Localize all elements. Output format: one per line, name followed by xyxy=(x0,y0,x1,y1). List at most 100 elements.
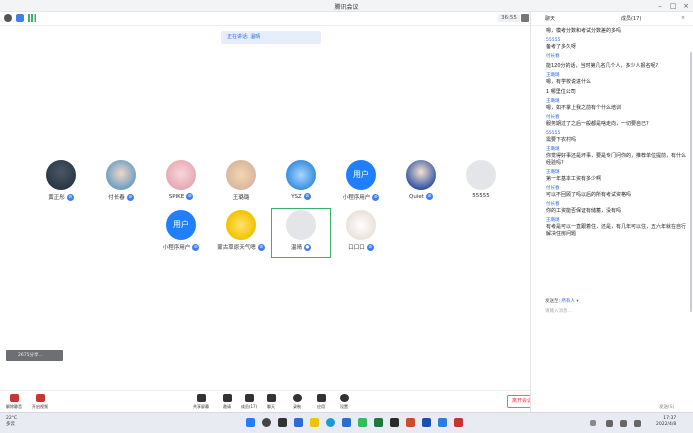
participant-tile[interactable]: 王璐璐 xyxy=(211,160,271,201)
participant-tile[interactable]: 口口口 ⊘ xyxy=(331,210,391,251)
invite-icon xyxy=(222,394,232,402)
chat-message: 付长春 你的工资能否保证有储蓄，没有吗 xyxy=(546,202,622,214)
word-icon[interactable] xyxy=(422,418,431,427)
chat-panel: 聊天 成员(17) × 嗯，模考分数和考试分数差的多吗 55555 备考了多久呀 … xyxy=(530,12,693,412)
clock[interactable]: 17:37 2022/4/8 xyxy=(656,416,676,428)
avatar xyxy=(106,160,136,190)
shield-icon[interactable] xyxy=(16,14,24,22)
send-to-select[interactable]: 所有人 xyxy=(561,299,575,304)
participant-tile[interactable]: 蒙古草原天气嗯 ⊘ xyxy=(211,210,271,251)
wechat-icon[interactable] xyxy=(358,418,367,427)
widgets-icon[interactable] xyxy=(294,418,303,427)
chat-messages: 嗯，模考分数和考试分数差的多吗 55555 备考了多久呀 付长春 能120分的话，… xyxy=(546,28,686,241)
avatar xyxy=(286,210,316,240)
avatar: 用户 xyxy=(346,160,376,190)
chat-scrollbar[interactable] xyxy=(690,52,692,312)
volume-icon[interactable] xyxy=(620,420,627,427)
mic-muted-icon: ⊘ xyxy=(425,193,433,200)
battery-icon[interactable] xyxy=(634,420,641,427)
chat-header: 聊天 成员(17) × xyxy=(531,12,693,26)
avatar xyxy=(286,160,316,190)
participant-tile[interactable]: SPIKE ⊘ xyxy=(151,160,211,200)
edge-icon[interactable] xyxy=(326,418,335,427)
avatar xyxy=(406,160,436,190)
layout-icon[interactable] xyxy=(521,14,529,22)
meeting-timer: 36:55 xyxy=(498,14,520,22)
mic-muted-icon: ⊘ xyxy=(257,243,265,251)
window-title: 腾讯会议 xyxy=(334,4,359,11)
participant-tile[interactable]: 黄正彤 ⊘ xyxy=(31,160,91,201)
tab-members[interactable]: 成员(17) xyxy=(621,15,641,22)
avatar xyxy=(166,160,196,190)
file-explorer-icon[interactable] xyxy=(310,418,319,427)
mic-muted-icon: ⊘ xyxy=(66,193,74,201)
participant-name: 口口口 xyxy=(348,245,365,251)
taskview-icon[interactable] xyxy=(278,418,287,427)
participant-name: 小程序用户 xyxy=(342,195,371,201)
app-icon[interactable] xyxy=(454,418,463,427)
screen-share-icon xyxy=(196,394,206,402)
avatar xyxy=(466,160,496,190)
maximize-icon[interactable]: □ xyxy=(668,1,678,11)
taskbar: 22°C 多云 17:37 2022/4/8 xyxy=(0,412,693,433)
participant-tile[interactable]: YSZ ⊘ xyxy=(271,160,331,200)
avatar xyxy=(346,210,376,240)
camera-icon xyxy=(35,394,45,402)
chat-message: 嗯，模考分数和考试分数差的多吗 xyxy=(546,28,622,34)
mic-muted-icon: ⊘ xyxy=(372,193,380,201)
gear-icon xyxy=(339,394,349,402)
search-icon[interactable] xyxy=(262,418,271,427)
participant-tile[interactable]: 用户 小程序用户 ⊘ xyxy=(331,160,391,201)
participant-tile[interactable]: 付长春 ⊘ xyxy=(91,160,151,201)
app-window: 腾讯会议 – □ × 36:55 正在讲话: 温晴 黄正彤 ⊘ 付长春 ⊘ SPIK… xyxy=(0,0,693,433)
speaking-indicator: 正在讲话: 温晴 xyxy=(221,31,321,44)
wifi-icon[interactable] xyxy=(606,420,613,427)
participant-name: 付长春 xyxy=(108,195,125,201)
participant-tile[interactable]: 用户 小程序用户 ⊘ xyxy=(151,210,211,251)
mic-muted-icon: ⊘ xyxy=(303,193,311,200)
settings-button[interactable]: 设置 xyxy=(330,394,358,410)
title-bar: 腾讯会议 – □ × xyxy=(0,0,693,12)
weather-widget[interactable]: 22°C 多云 xyxy=(6,416,17,428)
close-icon[interactable]: × xyxy=(681,15,685,21)
start-video-button[interactable]: 开启视频 xyxy=(26,394,54,410)
chat-message: 王璐璐 嗯，如不掌上我之前有个什么培训 xyxy=(546,99,622,111)
chat-message: 王璐璐 嗯，有学校说进什么 xyxy=(546,73,592,85)
terminal-icon[interactable] xyxy=(390,418,399,427)
minimize-icon[interactable]: – xyxy=(655,1,665,11)
avatar xyxy=(226,210,256,240)
participant-name: 王璐璐 xyxy=(232,195,250,201)
meeting-app-icon[interactable] xyxy=(438,418,447,427)
members-icon xyxy=(244,394,254,402)
tab-chat[interactable]: 聊天 xyxy=(545,15,555,22)
send-to-row: 发送至: 所有人 ▾ xyxy=(545,299,579,304)
unmute-button[interactable]: 解除静音 xyxy=(0,394,28,410)
chevron-up-icon[interactable] xyxy=(590,420,596,426)
start-icon[interactable] xyxy=(246,418,255,427)
excel-icon[interactable] xyxy=(374,418,383,427)
close-icon[interactable]: × xyxy=(681,1,691,11)
mic-icon xyxy=(9,394,19,402)
avatar: 用户 xyxy=(166,210,196,240)
chat-message: 付长春 xyxy=(546,54,560,59)
shared-thumbnail[interactable]: 2675分享... xyxy=(6,350,63,361)
chat-input[interactable]: 请输入消息... xyxy=(545,308,572,314)
share-screen-button[interactable]: 共享屏幕 xyxy=(187,394,215,410)
record-icon xyxy=(292,394,302,402)
store-icon[interactable] xyxy=(342,418,351,427)
participant-name: YSZ xyxy=(291,193,302,200)
participant-name: 温晴 xyxy=(290,245,302,251)
chat-message: 付长春 可以不回顾了吗以后的所有考试资格吗 xyxy=(546,186,632,198)
participant-tile[interactable]: Quiet ⊘ xyxy=(391,160,451,200)
avatar xyxy=(226,160,256,190)
chevron-down-icon[interactable]: ▾ xyxy=(575,299,578,304)
avatar xyxy=(46,160,76,190)
participant-tile[interactable]: 温晴 ● xyxy=(271,210,331,251)
signal-icon[interactable] xyxy=(28,14,36,22)
chat-message: 55555 需要下农村吗 xyxy=(546,131,577,143)
powerpoint-icon[interactable] xyxy=(406,418,415,427)
participant-tile[interactable]: 55555 xyxy=(451,160,511,199)
chat-button[interactable]: 聊天 xyxy=(257,394,285,410)
info-icon[interactable] xyxy=(4,14,12,22)
send-button[interactable]: 发送(S) xyxy=(659,404,674,410)
